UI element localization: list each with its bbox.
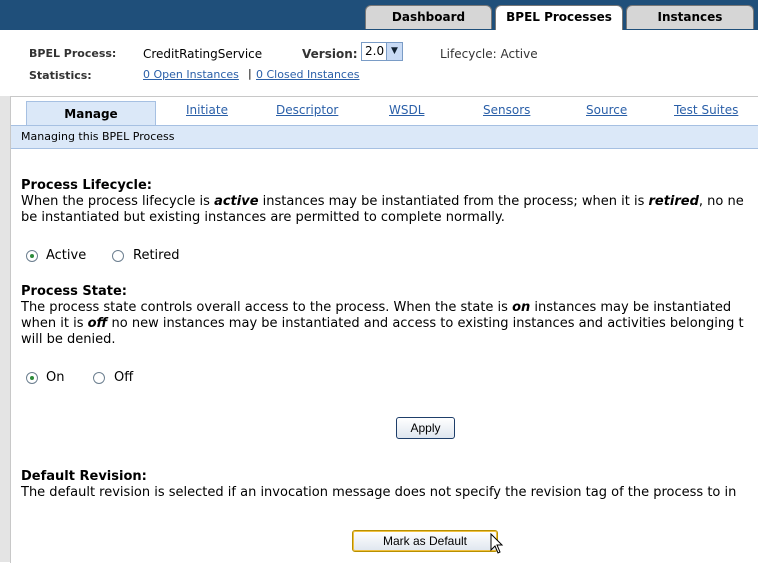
radio-active-label: Active <box>46 248 87 263</box>
tab-test-suites[interactable]: Test Suites <box>674 103 738 117</box>
process-header <box>0 30 758 96</box>
left-gutter <box>0 96 10 562</box>
lifecycle-text-a: When the process lifecycle is <box>21 194 215 209</box>
tab-source[interactable]: Source <box>586 103 627 117</box>
state-description-line2: when it is off no new instances may be i… <box>21 316 744 332</box>
radio-on-label: On <box>46 370 65 385</box>
state-description-line3: will be denied. <box>21 332 116 347</box>
state-description-line1: The process state controls overall acces… <box>21 300 731 316</box>
version-label: Version: <box>302 47 358 61</box>
tab-dashboard[interactable]: Dashboard <box>365 5 492 29</box>
tab-initiate[interactable]: Initiate <box>186 103 228 117</box>
state-text-e: no new instances may be instantiated and… <box>107 316 744 331</box>
state-text-a: The process state controls overall acces… <box>21 300 513 315</box>
state-text-on: on <box>512 300 531 315</box>
version-select[interactable]: 2.0 ▼ <box>361 42 403 61</box>
tab-manage[interactable]: Manage <box>26 101 156 125</box>
lifecycle-text-e: , no ne <box>698 194 744 209</box>
process-name: CreditRatingService <box>143 47 263 61</box>
open-instances-link[interactable]: 0 Open Instances <box>143 68 239 81</box>
process-label: BPEL Process: <box>29 47 117 60</box>
apply-button[interactable]: Apply <box>396 417 455 439</box>
lifecycle-text-active: active <box>214 194 259 209</box>
default-revision-heading: Default Revision: <box>21 469 147 484</box>
default-revision-description: The default revision is selected if an i… <box>21 485 737 500</box>
stats-separator: | <box>248 67 252 80</box>
radio-off[interactable] <box>93 372 105 384</box>
state-heading: Process State: <box>21 284 127 299</box>
mouse-pointer-icon <box>490 533 504 554</box>
version-value: 2.0 <box>365 44 385 58</box>
lifecycle-status: Lifecycle: Active <box>440 47 538 61</box>
closed-instances-link[interactable]: 0 Closed Instances <box>256 68 359 81</box>
radio-retired-label: Retired <box>133 248 180 263</box>
mark-as-default-button[interactable]: Mark as Default <box>352 530 498 552</box>
radio-on[interactable] <box>26 372 38 384</box>
lifecycle-description-line1: When the process lifecycle is active ins… <box>21 194 744 210</box>
state-text-d: when it is <box>21 316 88 331</box>
lifecycle-text-c: instances may be instantiated from the p… <box>258 194 649 209</box>
state-text-off: off <box>87 316 108 331</box>
state-text-c: instances may be instantiated <box>530 300 732 315</box>
lifecycle-heading: Process Lifecycle: <box>21 178 152 193</box>
radio-active[interactable] <box>26 250 38 262</box>
sub-header-text: Managing this BPEL Process <box>21 130 175 143</box>
tab-sensors[interactable]: Sensors <box>483 103 530 117</box>
chevron-down-icon: ▼ <box>386 43 402 60</box>
sub-header-bar: Managing this BPEL Process <box>11 125 758 149</box>
tab-wsdl[interactable]: WSDL <box>389 103 424 117</box>
statistics-label: Statistics: <box>29 69 92 82</box>
tab-bpel-processes[interactable]: BPEL Processes <box>495 5 623 31</box>
lifecycle-text-retired: retired <box>648 194 699 209</box>
radio-retired[interactable] <box>112 250 124 262</box>
tab-descriptor[interactable]: Descriptor <box>276 103 338 117</box>
radio-off-label: Off <box>114 370 134 385</box>
tab-instances[interactable]: Instances <box>626 5 754 29</box>
lifecycle-description-line2: be instantiated but existing instances a… <box>21 210 505 225</box>
